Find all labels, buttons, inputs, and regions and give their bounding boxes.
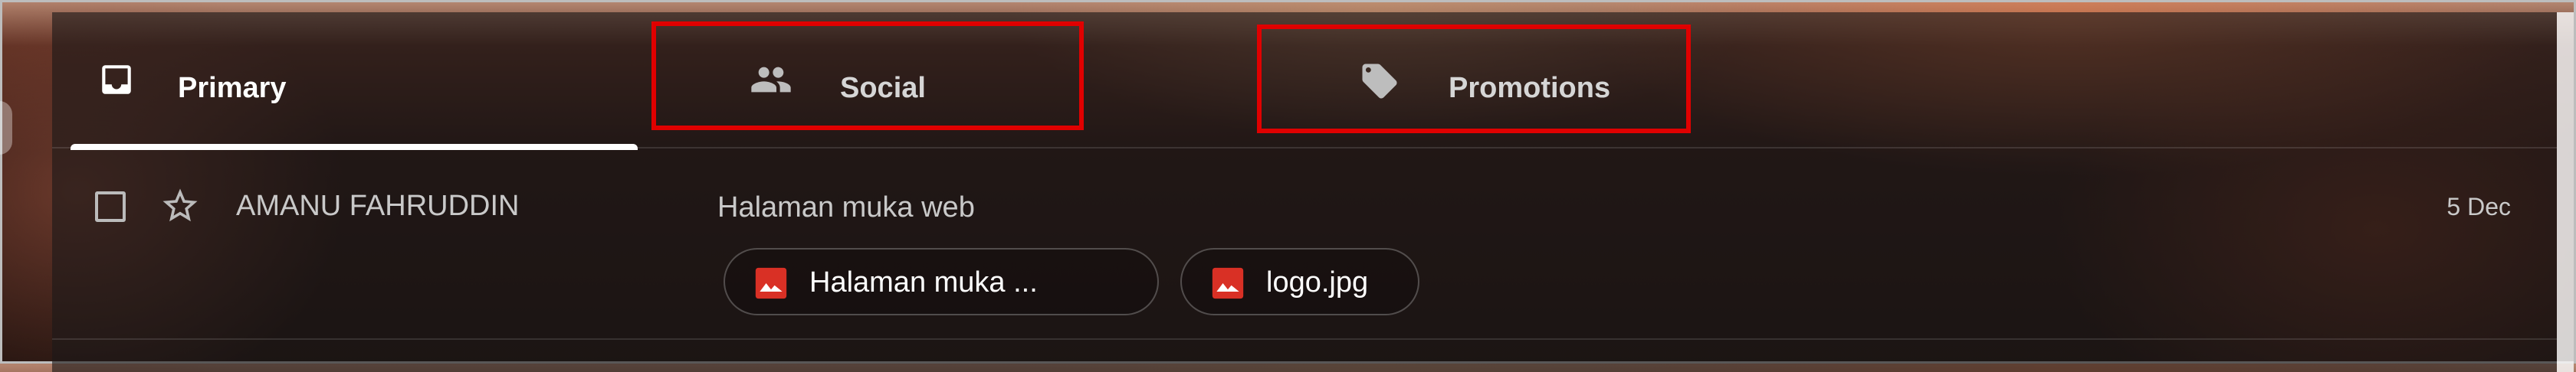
tab-primary-label: Primary	[178, 72, 287, 104]
inbox-icon	[95, 58, 138, 101]
tab-promotions[interactable]: Promotions	[1245, 12, 1850, 147]
tab-social[interactable]: Social	[639, 12, 1245, 147]
scrollbar[interactable]	[2557, 12, 2574, 372]
select-checkbox[interactable]	[95, 191, 126, 222]
star-icon[interactable]	[159, 185, 201, 227]
attachment-chip[interactable]: logo.jpg	[1180, 248, 1419, 315]
attachment-name: logo.jpg	[1266, 266, 1369, 299]
attachment-name: Halaman muka ...	[809, 266, 1038, 299]
row-divider	[52, 338, 2557, 340]
email-sender: AMANU FAHRUDDIN	[236, 190, 520, 222]
tab-social-label: Social	[840, 72, 926, 104]
people-icon	[750, 58, 792, 101]
image-icon	[754, 266, 788, 300]
side-handle[interactable]	[0, 101, 12, 155]
inbox-panel: Primary Social Promotions AMANU FAHRUDDI…	[52, 12, 2557, 372]
email-date: 5 Dec	[2446, 193, 2511, 220]
image-icon	[1211, 266, 1245, 300]
attachment-chip[interactable]: Halaman muka ...	[724, 248, 1159, 315]
tab-promotions-label: Promotions	[1449, 72, 1611, 104]
tag-icon	[1358, 60, 1401, 103]
email-subject: Halaman muka web	[717, 191, 975, 224]
email-row[interactable]: AMANU FAHRUDDIN Halaman muka web 5 Dec H…	[52, 148, 2557, 351]
tab-primary[interactable]: Primary	[52, 12, 639, 150]
